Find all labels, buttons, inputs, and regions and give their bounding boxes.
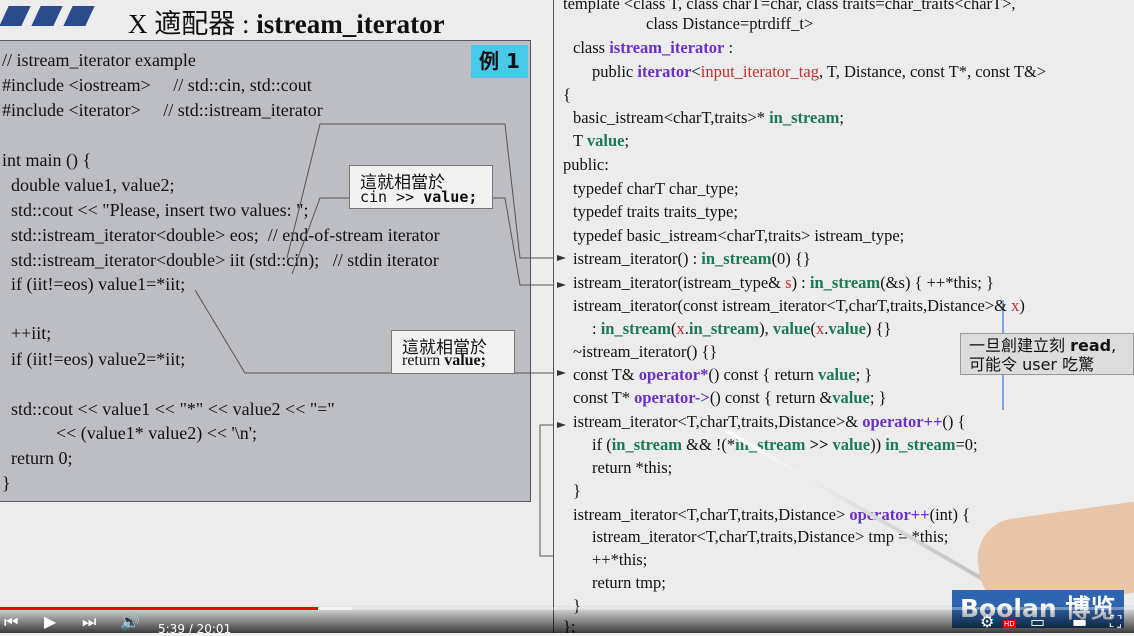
side-note: 一旦創建立刻 read, 可能令 user 吃驚: [960, 333, 1134, 375]
previous-icon[interactable]: ⏮: [4, 612, 18, 632]
video-frame[interactable]: X 適配器 : istream_iterator 例 1 // istream_…: [0, 0, 1134, 633]
miniplayer-icon[interactable]: ▭: [1030, 612, 1045, 632]
fullscreen-icon[interactable]: ⛶: [1110, 612, 1121, 632]
hd-badge: HD: [1003, 620, 1016, 628]
settings-icon[interactable]: ⚙: [980, 612, 994, 632]
callout-cin: 這就相當於 cin >> value;: [349, 165, 493, 209]
volume-icon[interactable]: 🔊: [120, 612, 140, 632]
played-fill: [0, 607, 318, 610]
time-display: 5:39 / 20:01: [158, 622, 232, 636]
next-icon[interactable]: ⏭: [82, 612, 96, 632]
theater-icon[interactable]: ▬: [1072, 612, 1087, 632]
callout-return: 這就相當於 return value;: [391, 330, 515, 374]
progress-bar[interactable]: [0, 607, 1134, 610]
play-icon[interactable]: ▶: [44, 612, 56, 632]
